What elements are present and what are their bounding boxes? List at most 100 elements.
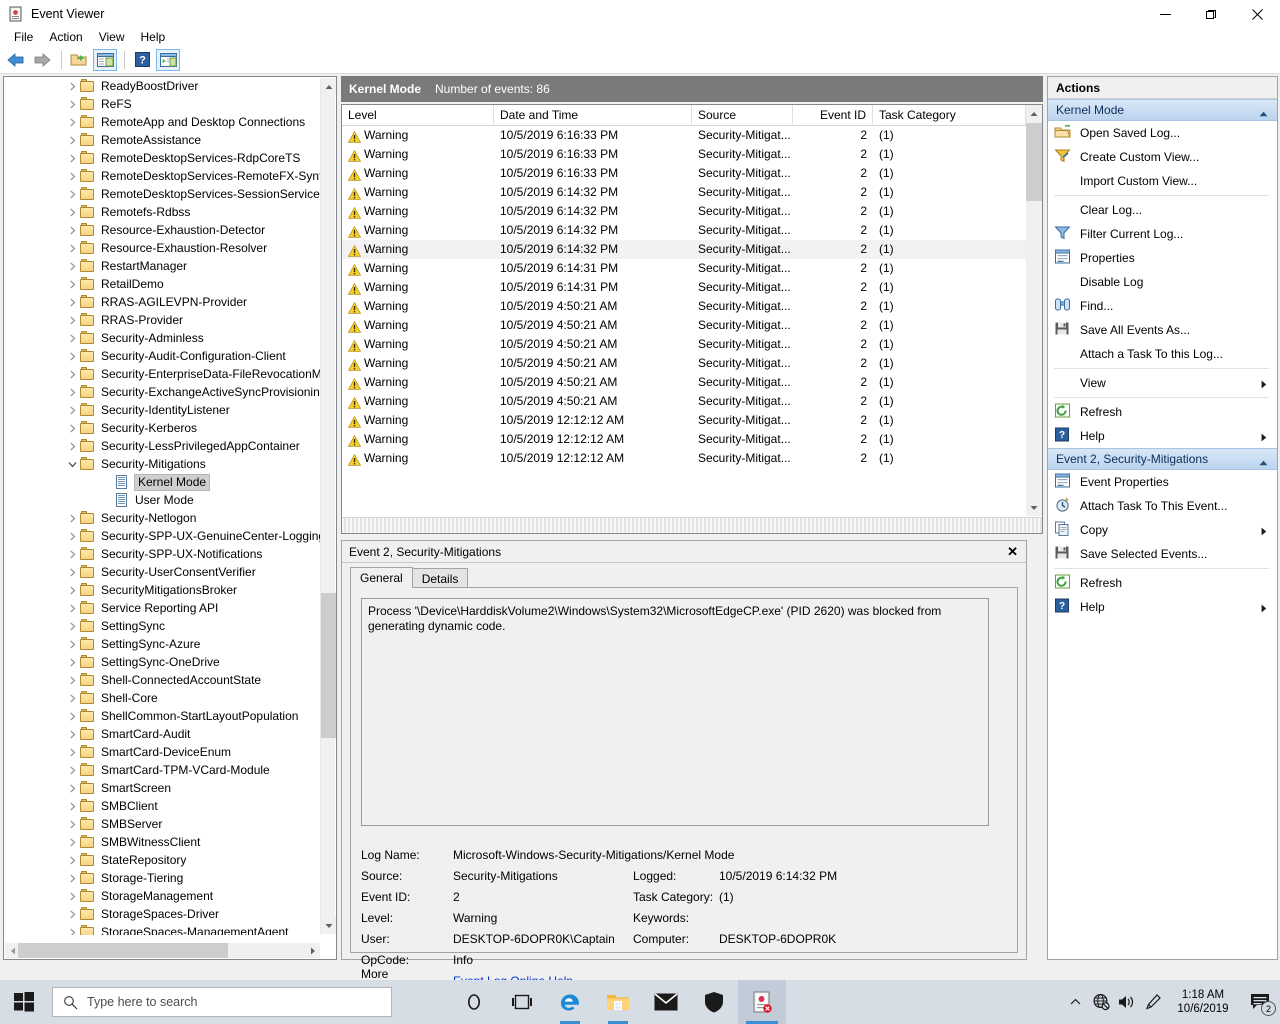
- minimize-button[interactable]: [1142, 0, 1188, 28]
- tree-item-restartmanager[interactable]: RestartManager: [4, 257, 321, 275]
- menu-action[interactable]: Action: [41, 28, 90, 46]
- console-tree[interactable]: ReadyBoostDriver ReFS RemoteApp and Deskto…: [4, 77, 321, 935]
- search-input[interactable]: Type here to search: [52, 987, 392, 1017]
- action-item-copy[interactable]: Copy: [1048, 518, 1277, 542]
- edge-icon[interactable]: [546, 980, 594, 1024]
- chevron-right-icon[interactable]: [64, 906, 80, 922]
- tab-details[interactable]: Details: [411, 568, 469, 588]
- close-button[interactable]: [1234, 0, 1280, 28]
- tree-item-storagespaces-managementagent[interactable]: StorageSpaces-ManagementAgent: [4, 923, 321, 935]
- chevron-right-icon[interactable]: [64, 888, 80, 904]
- chevron-right-icon[interactable]: [64, 672, 80, 688]
- tree-item-shellcommon-startlayoutpopulation[interactable]: ShellCommon-StartLayoutPopulation: [4, 707, 321, 725]
- tree-scroll-up-button[interactable]: [321, 78, 336, 95]
- tree-item-security-spp-ux-notifications[interactable]: Security-SPP-UX-Notifications: [4, 545, 321, 563]
- tree-item-readyboostdriver[interactable]: ReadyBoostDriver: [4, 77, 321, 95]
- tree-item-security-userconsentverifier[interactable]: Security-UserConsentVerifier: [4, 563, 321, 581]
- chevron-right-icon[interactable]: [64, 114, 80, 130]
- show-hide-action-pane-button[interactable]: [156, 48, 180, 71]
- chevron-right-icon[interactable]: [64, 708, 80, 724]
- chevron-right-icon[interactable]: [64, 204, 80, 220]
- chevron-right-icon[interactable]: [64, 276, 80, 292]
- chevron-right-icon[interactable]: [64, 150, 80, 166]
- cortana-icon[interactable]: [450, 980, 498, 1024]
- chevron-right-icon[interactable]: [64, 546, 80, 562]
- event-row[interactable]: Warning 10/5/2019 4:50:21 AM Security-Miti…: [342, 354, 1026, 373]
- tree-item-smbserver[interactable]: SMBServer: [4, 815, 321, 833]
- chevron-right-icon[interactable]: [64, 762, 80, 778]
- chevron-right-icon[interactable]: [64, 744, 80, 760]
- event-row[interactable]: Warning 10/5/2019 12:12:12 AM Security-Mit…: [342, 430, 1026, 449]
- event-row[interactable]: Warning 10/5/2019 12:12:12 AM Security-Mit…: [342, 411, 1026, 430]
- pen-workspace-icon[interactable]: [1140, 980, 1166, 1024]
- tree-item-smbwitnessclient[interactable]: SMBWitnessClient: [4, 833, 321, 851]
- tree-scroll-thumb[interactable]: [321, 593, 336, 738]
- event-row[interactable]: Warning 10/5/2019 4:50:21 AM Security-Miti…: [342, 335, 1026, 354]
- event-row[interactable]: Warning 10/5/2019 6:14:32 PM Security-Miti…: [342, 183, 1026, 202]
- chevron-right-icon[interactable]: [64, 312, 80, 328]
- windows-logo-icon[interactable]: [0, 980, 48, 1024]
- forward-button[interactable]: [30, 49, 54, 71]
- action-item-save-selected-events[interactable]: Save Selected Events...: [1048, 542, 1277, 566]
- menu-view[interactable]: View: [91, 28, 133, 46]
- event-row[interactable]: Warning 10/5/2019 6:14:31 PM Security-Miti…: [342, 278, 1026, 297]
- network-globe-blocked-icon[interactable]: [1088, 980, 1114, 1024]
- tree-item-shell-connectedaccountstate[interactable]: Shell-ConnectedAccountState: [4, 671, 321, 689]
- action-center-icon[interactable]: 2: [1240, 980, 1280, 1024]
- action-item-disable-log[interactable]: Disable Log: [1048, 270, 1277, 294]
- tree-item-remotedesktopservices-rdpcorets[interactable]: RemoteDesktopServices-RdpCoreTS: [4, 149, 321, 167]
- chevron-right-icon[interactable]: [64, 438, 80, 454]
- maximize-restore-button[interactable]: [1188, 0, 1234, 28]
- chevron-up-icon[interactable]: [1259, 106, 1268, 120]
- chevron-right-icon[interactable]: [64, 366, 80, 382]
- tab-general[interactable]: General: [350, 567, 413, 588]
- chevron-right-icon[interactable]: [64, 816, 80, 832]
- tree-item-security-spp-ux-genuinecenter-logging[interactable]: Security-SPP-UX-GenuineCenter-Logging: [4, 527, 321, 545]
- clock[interactable]: 1:18 AM 10/6/2019: [1166, 980, 1240, 1024]
- chevron-right-icon[interactable]: [64, 582, 80, 598]
- chevron-right-icon[interactable]: [64, 528, 80, 544]
- tree-item-staterepository[interactable]: StateRepository: [4, 851, 321, 869]
- tree-item-remotefs-rdbss[interactable]: Remotefs-Rdbss: [4, 203, 321, 221]
- tree-item-security-adminless[interactable]: Security-Adminless: [4, 329, 321, 347]
- event-row[interactable]: Warning 10/5/2019 6:16:33 PM Security-Miti…: [342, 145, 1026, 164]
- chevron-right-icon[interactable]: [64, 618, 80, 634]
- chevron-right-icon[interactable]: [64, 690, 80, 706]
- action-item-refresh[interactable]: Refresh: [1048, 400, 1277, 424]
- event-row[interactable]: Warning 10/5/2019 4:50:21 AM Security-Miti…: [342, 316, 1026, 335]
- chevron-right-icon[interactable]: [64, 798, 80, 814]
- menu-help[interactable]: Help: [133, 28, 174, 46]
- menu-file[interactable]: File: [6, 28, 41, 46]
- column-header-event-id[interactable]: Event ID: [793, 105, 873, 126]
- action-item-properties[interactable]: Properties: [1048, 246, 1277, 270]
- chevron-right-icon[interactable]: [64, 294, 80, 310]
- chevron-right-icon[interactable]: [64, 132, 80, 148]
- chevron-right-icon[interactable]: [64, 654, 80, 670]
- tree-item-security-mitigations[interactable]: Security-Mitigations: [4, 455, 321, 473]
- event-row[interactable]: Warning 10/5/2019 4:50:21 AM Security-Miti…: [342, 373, 1026, 392]
- tree-item-resource-exhaustion-resolver[interactable]: Resource-Exhaustion-Resolver: [4, 239, 321, 257]
- tree-item-rras-provider[interactable]: RRAS-Provider: [4, 311, 321, 329]
- tree-item-security-lessprivilegedappcontainer[interactable]: Security-LessPrivilegedAppContainer: [4, 437, 321, 455]
- show-hide-console-tree-button[interactable]: [67, 49, 91, 71]
- action-item-view[interactable]: View: [1048, 371, 1277, 395]
- tree-item-smartscreen[interactable]: SmartScreen: [4, 779, 321, 797]
- event-row[interactable]: Warning 10/5/2019 12:12:12 AM Security-Mit…: [342, 449, 1026, 468]
- event-row[interactable]: Warning 10/5/2019 6:14:32 PM Security-Miti…: [342, 221, 1026, 240]
- tree-horizontal-scrollbar[interactable]: [5, 943, 320, 958]
- event-row[interactable]: Warning 10/5/2019 4:50:21 AM Security-Miti…: [342, 297, 1026, 316]
- action-item-help[interactable]: ? Help: [1048, 595, 1277, 619]
- chevron-right-icon[interactable]: [64, 258, 80, 274]
- event-detail-close-icon[interactable]: ✕: [1007, 544, 1018, 560]
- event-row[interactable]: Warning 10/5/2019 6:16:33 PM Security-Miti…: [342, 126, 1026, 145]
- tree-item-remoteassistance[interactable]: RemoteAssistance: [4, 131, 321, 149]
- tree-item-securitymitigationsbroker[interactable]: SecurityMitigationsBroker: [4, 581, 321, 599]
- action-item-filter-current-log[interactable]: Filter Current Log...: [1048, 222, 1277, 246]
- tree-item-security-exchangeactivesyncprovisionin[interactable]: Security-ExchangeActiveSyncProvisionin: [4, 383, 321, 401]
- event-row[interactable]: Warning 10/5/2019 6:14:32 PM Security-Miti…: [342, 202, 1026, 221]
- event-row[interactable]: Warning 10/5/2019 6:14:32 PM Security-Miti…: [342, 240, 1026, 259]
- tree-item-resource-exhaustion-detector[interactable]: Resource-Exhaustion-Detector: [4, 221, 321, 239]
- chevron-right-icon[interactable]: [64, 924, 80, 935]
- chevron-right-icon[interactable]: [64, 240, 80, 256]
- chevron-right-icon[interactable]: [64, 726, 80, 742]
